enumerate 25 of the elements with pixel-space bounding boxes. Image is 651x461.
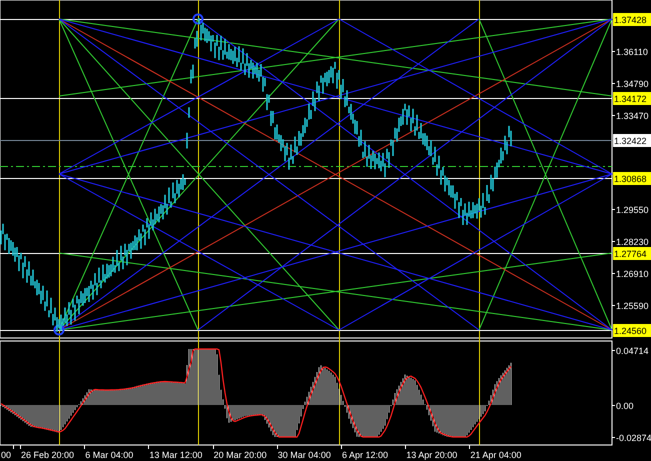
price-marker-label: 1.27764 — [613, 247, 651, 260]
price-tick-label: 1.36110 — [616, 47, 648, 57]
time-tick-label: 13 Apr 20:00 — [406, 450, 458, 460]
price-marker-label: 1.34172 — [613, 92, 651, 105]
price-marker-label: 1.30868 — [613, 172, 651, 185]
time-tick-label: 6 Apr 12:00 — [342, 450, 388, 460]
time-tick-label: 00 — [0, 450, 11, 460]
time-tick-label: 13 Mar 12:00 — [149, 450, 202, 460]
indicator-tick-label: -0.02874 — [616, 433, 651, 443]
time-tick-label: 20 Mar 20:00 — [214, 450, 267, 460]
indicator-tick-label: 0.00 — [616, 401, 634, 411]
price-marker-label: 1.24560 — [613, 324, 651, 337]
time-tick-label: 21 Apr 04:00 — [470, 450, 522, 460]
price-tick-label: 1.34790 — [616, 79, 649, 89]
price-tick-label: 1.29550 — [616, 205, 649, 215]
price-marker-label: 1.37428 — [613, 13, 651, 26]
time-tick-label: 6 Mar 04:00 — [85, 450, 134, 460]
price-tick-label: 1.33470 — [616, 111, 649, 121]
indicator-tick-label: 0.04714 — [616, 346, 649, 356]
price-tick-label: 1.25590 — [616, 301, 649, 311]
price-marker-label: 1.32422 — [613, 134, 651, 147]
price-tick-label: 1.28230 — [616, 237, 649, 247]
time-tick-label: 30 Mar 04:00 — [278, 450, 331, 460]
price-tick-label: 1.26910 — [616, 269, 649, 279]
time-tick-label: 26 Feb 20:00 — [21, 450, 74, 460]
